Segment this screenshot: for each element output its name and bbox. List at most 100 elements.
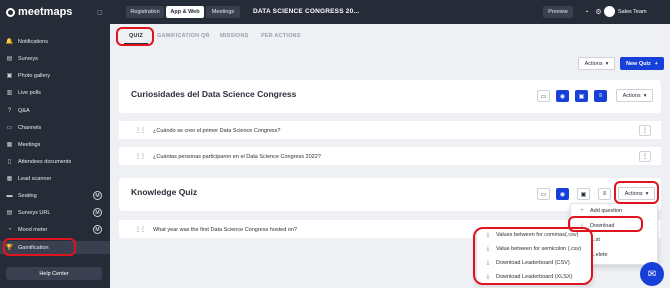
new-quiz-button[interactable]: New Quiz + <box>620 57 664 70</box>
image-icon[interactable]: ▭ <box>537 90 550 102</box>
mood-icon: ◔ <box>7 226 12 233</box>
bell-icon[interactable]: ◔ <box>582 7 591 17</box>
segment-meetings[interactable]: Meetings <box>206 6 240 18</box>
calendar-icon: ▦ <box>6 142 13 148</box>
image-icon: ▣ <box>6 73 13 79</box>
logo-icon <box>6 7 15 17</box>
sidebar-item-label: Mood meter <box>18 226 48 233</box>
sidebar-item-attendees-documents[interactable]: ▯ Attendees documents <box>0 155 110 168</box>
sidebar-item-meetings[interactable]: ▦ Meetings <box>0 138 110 151</box>
lock-icon[interactable]: ▣ <box>577 188 590 200</box>
actions-dropdown-button[interactable]: Actions ▾ <box>578 57 615 70</box>
download-csv-semicolon-item[interactable]: ⤓ Value between for semicolon (.csv) <box>485 245 582 253</box>
menu-item-partial[interactable]: ...st <box>591 237 600 243</box>
quiz-title: Knowledge Quiz <box>131 187 198 197</box>
quiz-actions-button[interactable]: Actions ▾ <box>618 187 655 200</box>
event-title[interactable]: DATA SCIENCE CONGRESS 20... <box>253 8 359 15</box>
seat-icon: ▬ <box>6 192 13 199</box>
sidebar-item-mood-meter[interactable]: ◔ Mood meter M <box>0 223 110 236</box>
download-icon: ⤓ <box>486 245 490 252</box>
tab-missions[interactable]: MISSIONS <box>220 33 249 39</box>
sidebar-item-surveys-url[interactable]: ▤ Surveys URL M <box>0 206 110 219</box>
download-icon: ⤓ <box>486 231 490 238</box>
app-logo[interactable]: meetmaps <box>6 6 72 18</box>
preview-button[interactable]: Preview <box>543 6 573 18</box>
quiz-actions-button[interactable]: Actions ▾ <box>616 89 653 102</box>
tab-quiz[interactable]: QUIZ <box>129 33 143 39</box>
sidebar-item-label: Gamification <box>18 244 49 251</box>
image-icon[interactable]: ▭ <box>537 188 550 200</box>
plus-icon: + <box>654 60 658 67</box>
question-row[interactable]: ⋮⋮ ¿Cuántas personas participaron en el … <box>119 146 661 165</box>
chat-icon[interactable]: ✉ <box>640 262 664 286</box>
download-icon: ⤓ <box>486 259 490 266</box>
clipboard-icon: ▤ <box>6 56 13 62</box>
sidebar-item-label: Q&A <box>18 107 30 114</box>
visibility-icon[interactable]: ◉ <box>556 188 569 200</box>
avatar[interactable] <box>604 6 615 17</box>
sidebar-item-gamification[interactable]: 🏆 Gamification <box>0 241 110 254</box>
sidebar-item-seating[interactable]: ▬ Seating M <box>0 189 110 202</box>
more-options-icon[interactable]: ⋮ <box>639 125 651 136</box>
caret-down-icon: ▾ <box>605 60 609 67</box>
sidebar-item-live-polls[interactable]: ▥ Live polls <box>0 86 110 99</box>
active-tab-indicator <box>124 43 148 44</box>
caret-down-icon: ▾ <box>645 190 649 197</box>
drag-handle-icon[interactable]: ⋮⋮ <box>135 153 146 160</box>
sidebar-item-photo-gallery[interactable]: ▣ Photo gallery <box>0 69 110 82</box>
question-row[interactable]: ⋮⋮ ¿Cuándo se creo el primer Data Scienc… <box>119 120 661 139</box>
scanner-icon: ▦ <box>6 176 13 182</box>
bell-icon: 🔔 <box>5 39 14 45</box>
sidebar-item-label: Surveys <box>18 55 38 62</box>
collapse-icon[interactable]: ▢ <box>97 9 104 16</box>
trophy-icon: 🏆 <box>5 245 14 251</box>
module-badge: M <box>93 191 102 200</box>
sidebar-item-label: Live polls <box>18 89 41 96</box>
link-icon: ▤ <box>6 210 13 216</box>
download-icon: ⤓ <box>486 273 490 280</box>
sidebar-item-surveys[interactable]: ▤ Surveys <box>0 52 110 65</box>
sidebar-item-channels[interactable]: ▭ Channels <box>0 121 110 134</box>
sidebar-item-label: Attendees documents <box>18 158 72 165</box>
sidebar-item-label: Notifications <box>18 38 48 45</box>
segment-registration[interactable]: Registration <box>126 6 164 18</box>
chart-icon: ▥ <box>6 90 13 96</box>
sidebar-item-label: Seating <box>18 192 37 199</box>
sidebar-item-label: Meetings <box>18 141 41 148</box>
qa-icon: ? <box>7 107 12 114</box>
visibility-icon[interactable]: ◉ <box>556 90 569 102</box>
download-csv-commas-item[interactable]: ⤓ Values between for commas(.csv) <box>485 231 579 239</box>
tab-gamification-qr[interactable]: GAMIFICATION QR <box>157 33 210 39</box>
help-center-button[interactable]: Help Center <box>6 267 102 280</box>
sidebar-item-label: Surveys URL <box>18 209 51 216</box>
download-leaderboard-csv-item[interactable]: ⤓ Download Leaderboard (CSV) <box>485 259 570 267</box>
sidebar-item-notifications[interactable]: 🔔 Notifications <box>0 35 110 48</box>
add-question-item[interactable]: + Add question <box>579 208 622 214</box>
settings-icon[interactable]: ⚙ <box>594 7 603 17</box>
sidebar-item-q-a[interactable]: ? Q&A <box>0 104 110 117</box>
tab-per-actions[interactable]: PER ACTIONS <box>261 33 301 39</box>
segment-app-web[interactable]: App & Web <box>166 6 204 18</box>
question-text: What year was the first Data Science Con… <box>153 227 297 233</box>
question-text: ¿Cuántas personas participaron en el Dat… <box>153 154 321 160</box>
sidebar-item-lead-scanner[interactable]: ▦ Lead scanner <box>0 172 110 185</box>
module-badge: M <box>93 225 102 234</box>
list-icon[interactable]: ≡ <box>594 90 607 102</box>
chat-icon: ▭ <box>6 125 13 131</box>
more-options-icon[interactable]: ⋮ <box>639 151 651 162</box>
quiz-title: Curiosidades del Data Science Congress <box>131 89 297 99</box>
menu-item-partial[interactable]: ...elete <box>591 252 608 258</box>
module-badge: M <box>93 208 102 217</box>
document-icon: ▯ <box>7 159 12 165</box>
top-bar: Registration App & Web Meetings DATA SCI… <box>110 0 670 24</box>
download-leaderboard-xlsx-item[interactable]: ⤓ Download Leaderboard (XLSX) <box>485 273 573 281</box>
drag-handle-icon[interactable]: ⋮⋮ <box>135 127 146 134</box>
sidebar-item-label: Channels <box>18 124 42 131</box>
list-icon[interactable]: ≡ <box>598 188 611 200</box>
lock-icon[interactable]: ▣ <box>575 90 588 102</box>
user-name[interactable]: Sales Team <box>618 9 647 15</box>
sidebar-item-label: Lead scanner <box>18 175 52 182</box>
sidebar-item-label: Photo gallery <box>18 72 51 79</box>
drag-handle-icon[interactable]: ⋮⋮ <box>135 226 146 233</box>
plus-icon: + <box>580 208 584 214</box>
